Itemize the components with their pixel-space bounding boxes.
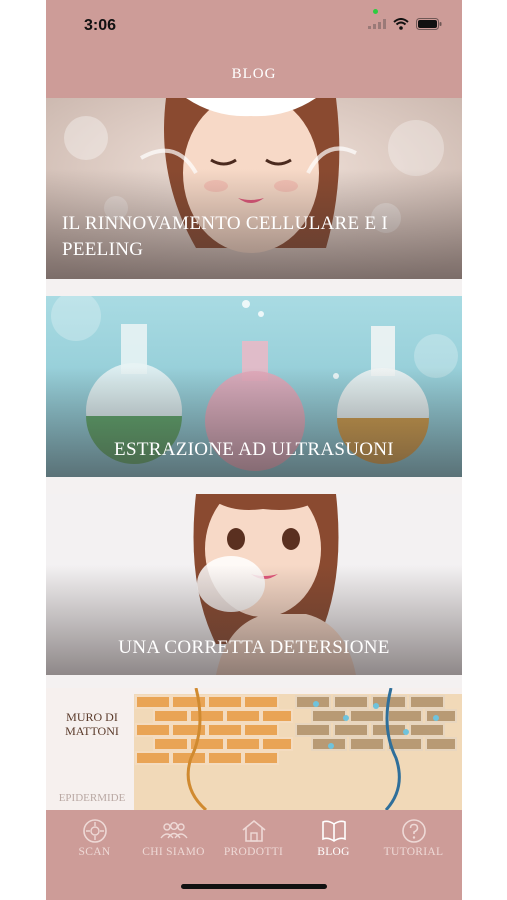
article-title: UNA CORRETTA DETERSIONE: [118, 637, 390, 658]
tab-label: BLOG: [317, 846, 350, 858]
status-time: 3:06: [84, 17, 117, 34]
home-indicator[interactable]: [181, 884, 327, 889]
article-label-bottom: EPIDERMIDE: [58, 792, 126, 804]
privacy-indicator: [373, 9, 378, 14]
article-card-detersione[interactable]: UNA CORRETTA DETERSIONE: [46, 494, 462, 675]
battery-icon: [416, 18, 442, 30]
tab-label: SCAN: [78, 846, 111, 858]
tab-prodotti[interactable]: PRODOTTI: [212, 810, 295, 870]
tab-label: TUTORIAL: [383, 846, 444, 858]
article-card-peeling[interactable]: IL RINNOVAMENTO CELLULARE E I PEELING: [46, 98, 462, 279]
page-title: BLOG: [231, 66, 277, 82]
people-icon: [159, 821, 188, 839]
tab-blog[interactable]: BLOG: [292, 810, 375, 870]
wifi-icon: [393, 18, 409, 30]
tab-label: CHI SIAMO: [142, 846, 205, 858]
article-card-epidermide[interactable]: MURO DI MATTONI EPIDERMIDE: [46, 688, 462, 810]
tab-scan[interactable]: SCAN: [53, 810, 136, 870]
phone-screen: 3:06 BLOG IL RINNOVAMENTO CELLULARE E I …: [46, 0, 462, 900]
status-bar: 3:06: [46, 0, 462, 52]
navigation-bar: BLOG: [46, 52, 462, 98]
tab-chi-siamo[interactable]: CHI SIAMO: [132, 810, 215, 870]
tab-tutorial[interactable]: TUTORIAL: [372, 810, 455, 870]
cellular-signal-icon: [368, 19, 386, 29]
status-icons: [368, 18, 442, 30]
article-title: IL RINNOVAMENTO CELLULARE E I PEELING: [62, 213, 389, 260]
home-icon: [241, 819, 266, 842]
tab-label: PRODOTTI: [223, 846, 284, 858]
question-icon: [401, 819, 426, 843]
article-title: ESTRAZIONE AD ULTRASUONI: [114, 439, 394, 460]
article-label-top: MURO DI MATTONI: [65, 710, 119, 738]
article-card-ultrasuoni[interactable]: ESTRAZIONE AD ULTRASUONI: [46, 296, 462, 477]
scan-icon: [82, 819, 107, 843]
book-icon: [321, 820, 346, 842]
